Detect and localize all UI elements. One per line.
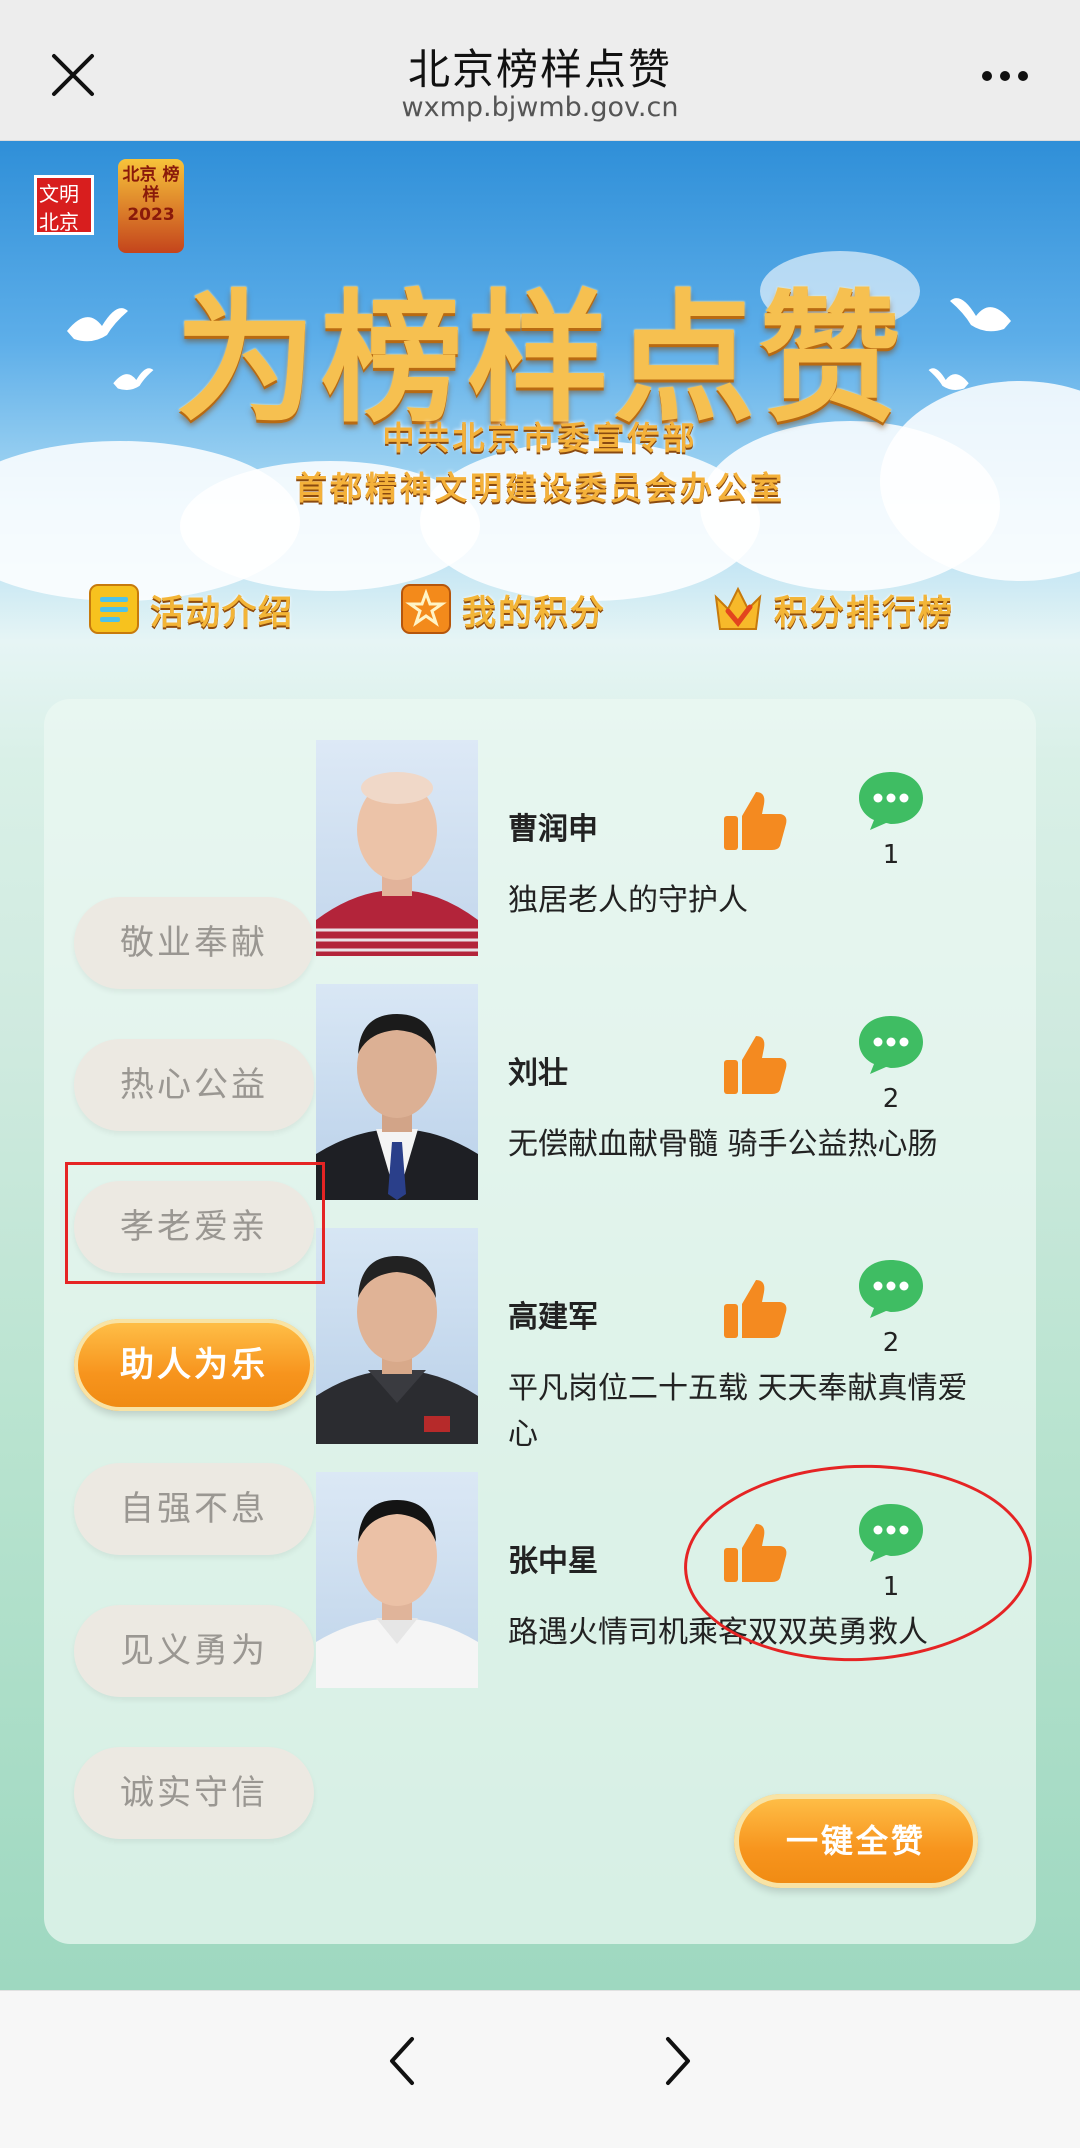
page-url: wxmp.bjwmb.gov.cn [401, 92, 679, 123]
comment-icon[interactable] [856, 1256, 926, 1320]
crown-icon [714, 586, 762, 630]
wenming-beijing-logo: 文明北京 [34, 175, 94, 235]
category-jingye-fengxian[interactable]: 敬业奉献 [74, 897, 314, 989]
more-icon[interactable] [980, 62, 1030, 90]
thumbs-up-icon[interactable] [722, 788, 788, 854]
chevron-right-icon[interactable] [658, 2031, 698, 2091]
person-card: 刘壮 无偿献血献骨髓 骑手公益热心肠 2 [316, 984, 976, 1204]
category-ziqiang-buxi[interactable]: 自强不息 [74, 1463, 314, 1555]
category-chengshi-shouxin[interactable]: 诚实守信 [74, 1747, 314, 1839]
person-photo [316, 984, 478, 1200]
selection-highlight-box [65, 1162, 325, 1284]
like-all-button[interactable]: 一键全赞 [734, 1794, 978, 1888]
tab-label: 积分排行榜 [774, 592, 954, 633]
banner-subtitle-1: 中共北京市委宣传部 [382, 419, 698, 457]
tab-label: 活动介绍 [150, 592, 294, 633]
person-photo [316, 1228, 478, 1444]
category-rexin-gongyi[interactable]: 热心公益 [74, 1039, 314, 1131]
tab-points-ranking[interactable]: 积分排行榜 [712, 579, 954, 639]
person-name: 曹润申 [508, 812, 598, 847]
person-name: 刘壮 [508, 1056, 568, 1091]
person-photo [316, 740, 478, 956]
person-card: 高建军 平凡岗位二十五载 天天奉献真情爱心 2 [316, 1228, 976, 1452]
bottom-nav-bar [0, 1990, 1080, 2148]
thumbs-up-icon[interactable] [722, 1032, 788, 1098]
activity-page: 文明北京 北京 榜样 2023 为榜样点赞 中共北京市委宣传部 首都精神文明建设… [0, 141, 1080, 1990]
person-description: 无偿献血献骨髓 骑手公益热心肠 [508, 1127, 938, 1162]
comment-count: 2 [882, 1084, 900, 1114]
comment-icon[interactable] [856, 768, 926, 832]
category-zhuren-weile[interactable]: 助人为乐 [74, 1319, 314, 1411]
star-icon [401, 584, 451, 634]
person-name: 张中星 [508, 1544, 598, 1579]
chevron-left-icon[interactable] [382, 2031, 422, 2091]
tab-my-points[interactable]: 我的积分 [400, 579, 606, 639]
category-jianyi-yongwei[interactable]: 见义勇为 [74, 1605, 314, 1697]
document-icon [89, 584, 139, 634]
banner-subtitle-2: 首都精神文明建设委员会办公室 [294, 469, 785, 507]
person-name: 高建军 [508, 1300, 598, 1335]
page-title: 北京榜样点赞 [407, 45, 672, 94]
comment-count: 2 [882, 1328, 900, 1358]
tab-label: 我的积分 [462, 592, 606, 633]
comment-icon[interactable] [856, 1012, 926, 1076]
person-card: 曹润申 独居老人的守护人 1 [316, 740, 976, 960]
top-bar: 北京榜样点赞 wxmp.bjwmb.gov.cn [0, 0, 1080, 141]
person-description: 独居老人的守护人 [508, 883, 748, 918]
comment-count: 1 [882, 840, 900, 870]
event-badge-logo: 北京 榜样 2023 [118, 159, 184, 253]
tab-activity-intro[interactable]: 活动介绍 [88, 579, 294, 639]
thumbs-up-icon[interactable] [722, 1276, 788, 1342]
person-description: 平凡岗位二十五载 天天奉献真情爱心 [508, 1371, 968, 1452]
person-photo [316, 1472, 478, 1688]
